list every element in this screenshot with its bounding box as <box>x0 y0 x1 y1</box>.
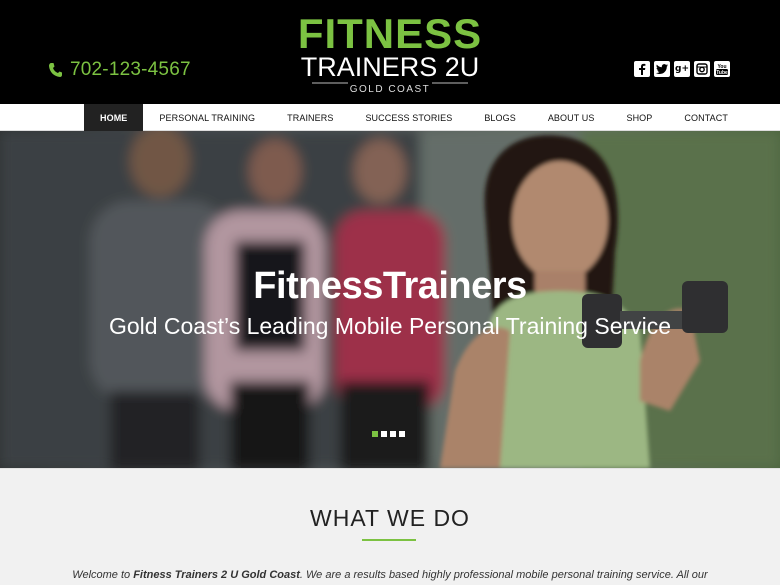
nav-item-shop[interactable]: SHOP <box>610 104 668 131</box>
nav-item-contact[interactable]: CONTACT <box>668 104 744 131</box>
social-links: g+ You Tube <box>634 61 730 77</box>
phone-number[interactable]: 702-123-4567 <box>70 59 191 81</box>
intro-suffix: . We are a results based highly professi… <box>299 569 708 581</box>
nav-item-trainers[interactable]: TRAINERS <box>271 104 349 131</box>
hero-subtitle: Gold Coast’s Leading Mobile Personal Tra… <box>108 313 672 339</box>
slider-dot-3[interactable] <box>390 431 396 437</box>
facebook-icon[interactable] <box>634 61 650 77</box>
intro-brand: Fitness Trainers 2 U Gold Coast <box>133 569 300 581</box>
google-plus-icon[interactable]: g+ <box>674 61 690 77</box>
nav-item-home[interactable]: HOME <box>84 104 144 131</box>
hero-slider[interactable]: FitnessTrainers Gold Coast’s Leading Mob… <box>0 131 780 468</box>
google-plus-glyph: g+ <box>675 64 689 74</box>
main-nav: HOME PERSONAL TRAINING TRAINERS SUCCESS … <box>0 104 780 131</box>
phone-icon <box>49 63 62 77</box>
heading-underline <box>362 539 416 541</box>
slider-dot-2[interactable] <box>381 431 387 437</box>
youtube-icon[interactable]: You Tube <box>714 61 730 77</box>
slider-dot-4[interactable] <box>399 431 405 437</box>
site-header: 702-123-4567 FITNESS TRAINERS 2U GOLD CO… <box>0 0 780 104</box>
nav-item-about-us[interactable]: ABOUT US <box>532 104 611 131</box>
instagram-icon[interactable] <box>694 61 710 77</box>
nav-item-success-stories[interactable]: SUCCESS STORIES <box>349 104 468 131</box>
intro-paragraph: Welcome to Fitness Trainers 2 U Gold Coa… <box>0 569 780 581</box>
site-logo[interactable]: FITNESS TRAINERS 2U GOLD COAST <box>300 10 480 98</box>
logo-line-1: FITNESS <box>300 10 480 57</box>
what-we-do-section: WHAT WE DO Welcome to Fitness Trainers 2… <box>0 468 780 585</box>
nav-item-blogs[interactable]: BLOGS <box>468 104 532 131</box>
nav-item-personal-training[interactable]: PERSONAL TRAINING <box>143 104 271 131</box>
twitter-icon[interactable] <box>654 61 670 77</box>
logo-line-3: GOLD COAST <box>350 84 431 95</box>
hero-title: FitnessTrainers <box>253 265 527 307</box>
slider-dot-1[interactable] <box>372 431 378 437</box>
slider-pagination <box>372 431 405 437</box>
section-heading: WHAT WE DO <box>310 505 470 531</box>
logo-line-2: TRAINERS 2U <box>301 52 480 82</box>
intro-prefix: Welcome to <box>72 569 134 581</box>
svg-text:Tube: Tube <box>716 70 728 76</box>
phone-contact[interactable]: 702-123-4567 <box>48 58 191 82</box>
